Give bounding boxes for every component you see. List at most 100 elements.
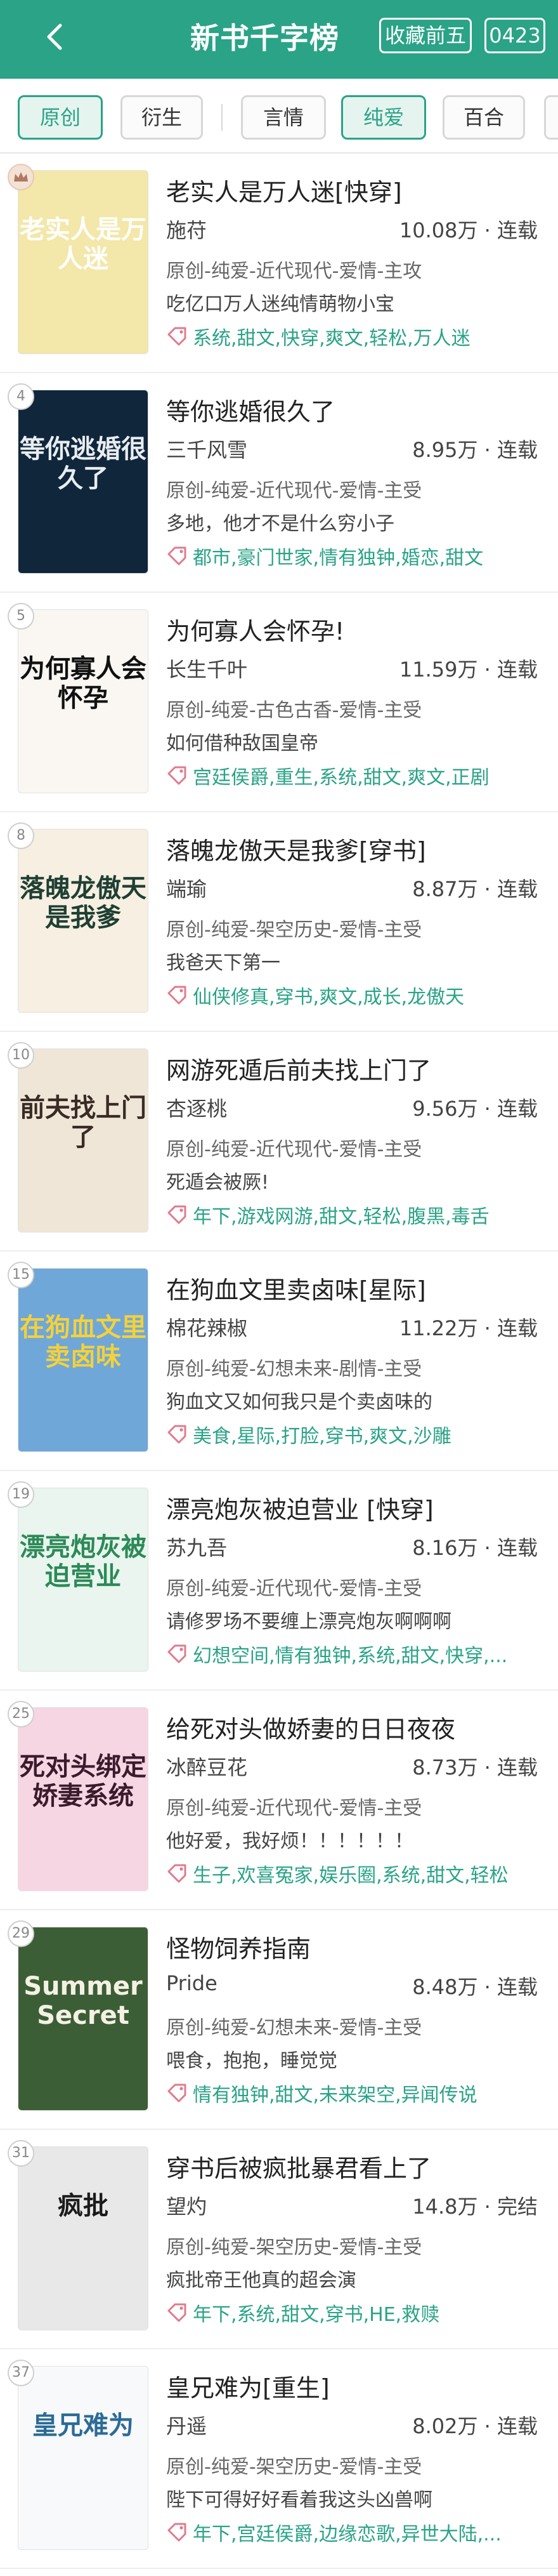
book-list-item[interactable]: 25 死对头绑定娇妻系统 给死对头做娇妻的日日夜夜 冰醉豆花 8.73万 · 连载 原创-…: [0, 1691, 558, 1910]
book-tags: 生子,欢喜冤家,娱乐圈,系统,甜文,轻松: [166, 1859, 547, 1887]
book-title[interactable]: 等你逃婚很久了: [166, 392, 335, 427]
favorites-top5-button[interactable]: 收藏前五: [379, 18, 472, 53]
book-cover[interactable]: 为何寡人会怀孕: [18, 609, 148, 793]
back-button[interactable]: [36, 18, 74, 56]
tag-icon: [167, 327, 186, 346]
book-list-item[interactable]: 10 前夫找上门了 网游死遁后前夫找上门了 杏逐桃 9.56万 · 连载 原创-纯爱-近代…: [0, 1032, 558, 1252]
tag-icon: [167, 2084, 186, 2103]
book-intro: 请修罗场不要缠上漂亮炮灰啊啊啊: [166, 1611, 451, 1633]
book-stats: 8.95万 · 连载: [412, 438, 538, 462]
book-author[interactable]: 长生千叶: [166, 654, 247, 683]
book-title[interactable]: 皇兄难为[重生]: [166, 2368, 330, 2403]
cover-title: 为何寡人会怀孕: [20, 654, 146, 713]
book-genre: 原创-纯爱-架空历史-爱情-主受: [166, 919, 422, 941]
book-tags: 系统,甜文,快穿,爽文,轻松,万人迷: [166, 322, 547, 350]
tag-icon: [167, 1205, 186, 1224]
book-list-item[interactable]: 5 为何寡人会怀孕 为何寡人会怀孕! 长生千叶 11.59万 · 连载 原创-纯爱-古色古…: [0, 593, 558, 812]
date-button[interactable]: 0423: [484, 18, 545, 53]
book-cover[interactable]: 死对头绑定娇妻系统: [18, 1707, 148, 1891]
tab-more[interactable]: [544, 95, 558, 140]
book-list-item[interactable]: 老实人是万人迷 老实人是万人迷[快穿] 施苻 10.08万 · 连载 原创-纯爱-近代现…: [0, 154, 558, 373]
book-tags: 幻想空间,情有独钟,系统,甜文,快穿,...: [166, 1640, 547, 1668]
book-title[interactable]: 给死对头做娇妻的日日夜夜: [166, 1710, 455, 1745]
book-tags: 情有独钟,甜文,未来架空,异闻传说: [166, 2079, 547, 2107]
cover-title: 前夫找上门了: [20, 1093, 146, 1152]
book-genre: 原创-纯爱-幻想未来-爱情-主受: [166, 2017, 422, 2039]
page-title: 新书千字榜: [190, 21, 339, 55]
tag-icon: [167, 2303, 186, 2322]
app-header: 新书千字榜 收藏前五 0423: [0, 0, 558, 79]
book-tags: 年下,宫廷侯爵,边缘恋歌,异世大陆,...: [166, 2518, 547, 2546]
book-cover[interactable]: 等你逃婚很久了: [18, 390, 148, 574]
book-cover[interactable]: 漂亮炮灰被迫营业: [18, 1488, 148, 1672]
book-genre: 原创-纯爱-幻想未来-剧情-主受: [166, 1358, 422, 1380]
book-genre: 原创-纯爱-架空历史-爱情-主受: [166, 2236, 422, 2259]
book-cover[interactable]: Summer Secret: [18, 1927, 148, 2111]
tag-icon: [167, 986, 186, 1005]
book-stats: 11.22万 · 连载: [399, 1316, 538, 1340]
book-author[interactable]: 望灼: [166, 2191, 207, 2220]
book-author[interactable]: 丹遥: [166, 2410, 207, 2440]
book-cover[interactable]: 前夫找上门了: [18, 1048, 148, 1232]
book-cover[interactable]: 皇兄难为: [18, 2366, 148, 2550]
book-cover[interactable]: 落魄龙傲天是我爹: [18, 829, 148, 1013]
book-cover[interactable]: 疯批: [18, 2146, 148, 2330]
tab-derivative[interactable]: 衍生: [120, 95, 203, 140]
book-stats: 8.48万 · 连载: [412, 1975, 538, 1999]
book-title[interactable]: 穿书后被疯批暴君看上了: [166, 2149, 431, 2184]
tag-list: 美食,星际,打脸,穿书,爽文,沙雕: [193, 1425, 451, 1448]
book-intro: 他好爱，我好烦！！！！！！: [166, 1830, 413, 1853]
tab-gl[interactable]: 百合: [443, 95, 525, 140]
tag-list: 情有独钟,甜文,未来架空,异闻传说: [193, 2084, 477, 2106]
tab-bl[interactable]: 纯爱: [341, 95, 426, 140]
book-author[interactable]: 端瑜: [166, 873, 207, 902]
book-title[interactable]: 网游死遁后前夫找上门了: [166, 1051, 431, 1086]
tag-icon: [167, 766, 186, 785]
book-list-item[interactable]: 37 皇兄难为 皇兄难为[重生] 丹遥 8.02万 · 连载 原创-纯爱-架空历史-爱情-…: [0, 2349, 558, 2569]
book-author[interactable]: 冰醉豆花: [166, 1752, 247, 1781]
rank-badge: 29: [8, 1920, 34, 1947]
book-tags: 宫廷侯爵,重生,系统,甜文,爽文,正剧: [166, 762, 547, 789]
book-author[interactable]: 苏九吾: [166, 1532, 227, 1561]
book-stats: 8.87万 · 连载: [412, 877, 538, 901]
book-intro: 吃亿口万人迷纯情萌物小宝: [166, 293, 394, 315]
tab-romance[interactable]: 言情: [241, 95, 326, 140]
book-list-item[interactable]: 8 落魄龙傲天是我爹 落魄龙傲天是我爹[穿书] 端瑜 8.87万 · 连载 原创-纯爱-架…: [0, 812, 558, 1032]
tag-icon: [167, 1425, 186, 1444]
cover-title: 死对头绑定娇妻系统: [20, 1752, 146, 1811]
book-stats: 11.59万 · 连载: [399, 657, 538, 682]
book-title[interactable]: 怪物饲养指南: [166, 1929, 311, 1964]
book-title[interactable]: 在狗血文里卖卤味[星际]: [166, 1271, 426, 1305]
book-list-item[interactable]: 29 Summer Secret 怪物饲养指南 Pride 8.48万 · 连载原创-纯…: [0, 1910, 558, 2130]
tag-list: 年下,游戏网游,甜文,轻松,腹黑,毒舌: [193, 1206, 490, 1228]
book-title[interactable]: 落魄龙傲天是我爹[穿书]: [166, 831, 426, 866]
book-cover[interactable]: 老实人是万人迷: [18, 170, 148, 354]
book-genre: 原创-纯爱-近代现代-爱情-主受: [166, 480, 422, 502]
book-author[interactable]: 棉花辣椒: [166, 1312, 247, 1342]
tab-original[interactable]: 原创: [18, 95, 103, 140]
tag-icon: [167, 1864, 186, 1883]
book-title[interactable]: 为何寡人会怀孕!: [166, 612, 344, 647]
book-author[interactable]: 三千风雪: [166, 434, 247, 463]
book-intro: 多地，他才不是什么穷小子: [166, 513, 394, 535]
cover-title: 在狗血文里卖卤味: [20, 1313, 146, 1371]
book-tags: 都市,豪门世家,情有独钟,婚恋,甜文: [166, 542, 547, 570]
book-author[interactable]: Pride: [166, 1971, 217, 1995]
book-title[interactable]: 老实人是万人迷[快穿]: [166, 173, 402, 208]
book-genre: 原创-纯爱-近代现代-爱情-主受: [166, 1139, 422, 1161]
book-list-item[interactable]: 15 在狗血文里卖卤味 在狗血文里卖卤味[星际] 棉花辣椒 11.22万 · 连载 原创-…: [0, 1252, 558, 1471]
book-stats: 8.16万 · 连载: [412, 1536, 538, 1560]
cover-title: 落魄龙傲天是我爹: [20, 874, 146, 932]
book-cover[interactable]: 在狗血文里卖卤味: [18, 1268, 148, 1452]
rank-badge: 31: [8, 2140, 34, 2167]
book-list-item[interactable]: 31 疯批 穿书后被疯批暴君看上了 望灼 14.8万 · 完结 原创-纯爱-架空历史-爱情…: [0, 2130, 558, 2349]
book-list-item[interactable]: 4 等你逃婚很久了 等你逃婚很久了 三千风雪 8.95万 · 连载 原创-纯爱-近代现代-…: [0, 373, 558, 593]
book-title[interactable]: 漂亮炮灰被迫营业 [快穿]: [166, 1490, 434, 1525]
book-genre: 原创-纯爱-近代现代-爱情-主受: [166, 1797, 422, 1820]
book-genre: 原创-纯爱-近代现代-爱情-主攻: [166, 260, 422, 282]
category-tabs: 原创 衍生 言情 纯爱 百合: [0, 79, 558, 154]
book-list-item[interactable]: 19 漂亮炮灰被迫营业 漂亮炮灰被迫营业 [快穿] 苏九吾 8.16万 · 连载 原创-纯…: [0, 1471, 558, 1691]
book-author[interactable]: 杏逐桃: [166, 1093, 227, 1122]
cover-title: Summer Secret: [23, 1972, 143, 2030]
book-author[interactable]: 施苻: [166, 215, 207, 244]
